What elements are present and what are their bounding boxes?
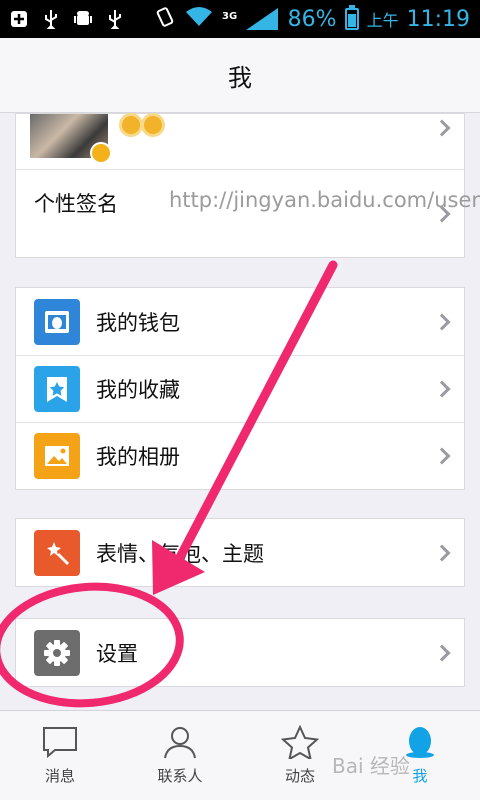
tab-messages[interactable]: 消息	[0, 711, 120, 800]
menu-item-settings[interactable]: 设置	[16, 619, 464, 686]
menu-group-theme: 表情、气泡、主题	[15, 518, 465, 587]
tab-label: 消息	[44, 767, 75, 785]
status-bar: 3G 86% 上午 11:19	[0, 0, 480, 38]
profile-card: 个性签名 http://jingyan.baidu.com/user…	[15, 113, 480, 258]
signature-label: 个性签名	[34, 192, 118, 216]
usb-icon	[42, 10, 60, 29]
tab-label: 我	[412, 767, 428, 785]
tab-label: 联系人	[157, 767, 203, 785]
menu-label: 我的相册	[96, 445, 180, 469]
usb-icon-2	[106, 10, 124, 29]
menu-item-favorites[interactable]: 我的收藏	[16, 355, 464, 422]
chevron-right-icon	[433, 644, 451, 661]
menu-label: 我的钱包	[96, 310, 180, 335]
menu-label: 表情、气泡、主题	[96, 541, 264, 566]
avatar	[30, 114, 112, 164]
signature-value: http://jingyan.baidu.com/user…	[169, 188, 480, 212]
page-title: 我	[228, 63, 252, 92]
profile-row[interactable]	[16, 114, 464, 169]
chevron-right-icon	[433, 544, 451, 561]
tab-label: 动态	[284, 767, 315, 785]
favorites-star-icon	[34, 366, 80, 412]
menu-group-wallet: 我的钱包 我的收藏 我的相册	[15, 287, 465, 490]
battery-percent: 86%	[287, 6, 337, 32]
menu-label: 我的收藏	[96, 378, 180, 402]
clock: 11:19	[406, 6, 470, 32]
cell-signal-icon: 3G	[222, 8, 280, 30]
vibrate-icon	[154, 6, 176, 32]
wifi-icon	[184, 6, 214, 32]
menu-item-theme[interactable]: 表情、气泡、主题	[16, 519, 464, 586]
magic-wand-icon	[34, 529, 80, 576]
wallet-icon	[34, 298, 80, 345]
watermark: Bai 经验	[332, 754, 410, 778]
vip-badge-icon	[90, 142, 112, 164]
chevron-right-icon	[433, 313, 451, 330]
android-debug-icon	[74, 10, 92, 28]
am-pm-label: 上午	[366, 11, 399, 30]
plus-notification-icon	[10, 10, 28, 28]
chevron-right-icon	[433, 380, 451, 398]
star-icon	[281, 725, 319, 759]
title-bar: 我	[0, 38, 480, 113]
photo-album-icon	[34, 433, 80, 479]
gear-icon	[34, 629, 80, 676]
message-icon	[43, 727, 77, 759]
level-suns	[122, 116, 162, 134]
sun-level-icon	[144, 116, 162, 134]
menu-item-wallet[interactable]: 我的钱包	[16, 288, 464, 355]
contacts-icon	[164, 727, 196, 759]
menu-item-album[interactable]: 我的相册	[16, 422, 464, 489]
signature-row[interactable]: 个性签名 http://jingyan.baidu.com/user…	[16, 169, 480, 257]
tab-contacts[interactable]: 联系人	[120, 711, 240, 800]
svg-text:3G: 3G	[222, 11, 237, 22]
battery-icon	[344, 5, 359, 30]
sun-level-icon	[122, 116, 140, 134]
chevron-right-icon	[433, 447, 451, 465]
menu-group-settings: 设置	[15, 618, 465, 687]
chevron-right-icon	[433, 119, 451, 137]
menu-label: 设置	[96, 641, 138, 666]
